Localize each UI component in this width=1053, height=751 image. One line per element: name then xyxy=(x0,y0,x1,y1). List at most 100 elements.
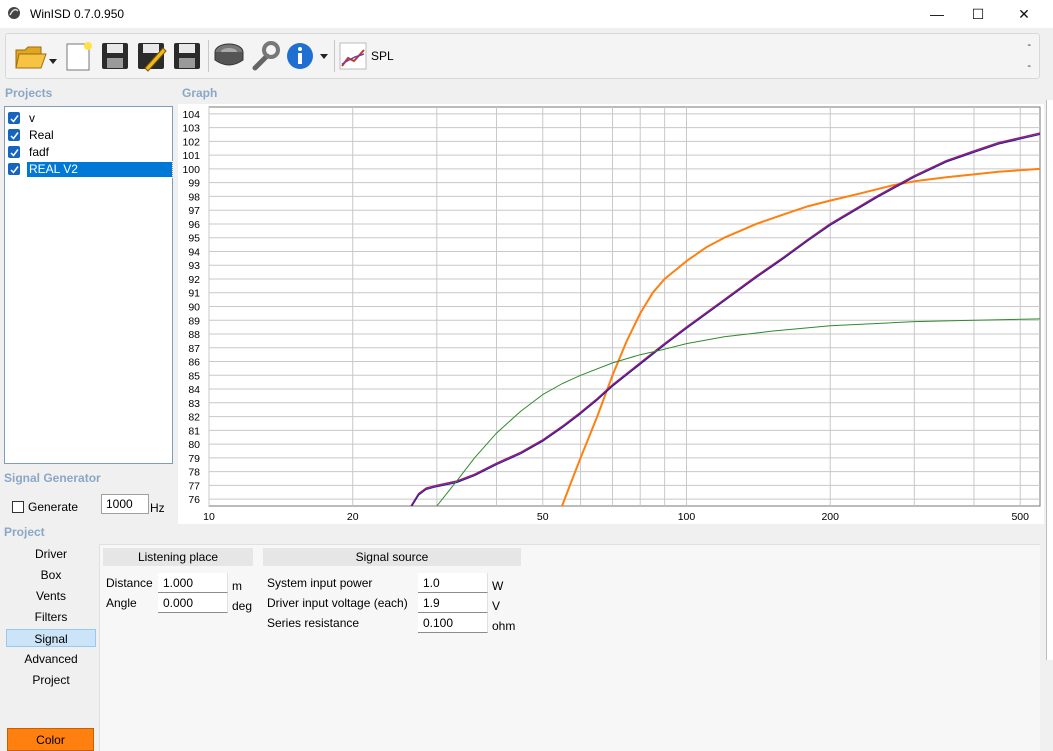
y-tick-label: 95 xyxy=(188,233,200,245)
nav-filters[interactable]: Filters xyxy=(6,608,96,626)
save-as-icon xyxy=(138,43,167,72)
nav-box[interactable]: Box xyxy=(6,566,96,584)
y-tick-label: 80 xyxy=(188,439,200,451)
listening-place-header: Listening place xyxy=(103,548,253,566)
close-button[interactable]: ✕ xyxy=(1001,0,1047,28)
open-folder-icon xyxy=(15,46,57,69)
info-button[interactable] xyxy=(284,38,330,74)
system-input-power-input[interactable]: 1.0 xyxy=(418,573,488,593)
y-tick-label: 104 xyxy=(182,109,200,121)
y-tick-label: 91 xyxy=(188,288,200,300)
series-resistance-input[interactable]: 0.100 xyxy=(418,613,488,633)
spl-graph-icon xyxy=(339,42,367,70)
tools-button[interactable] xyxy=(248,38,282,74)
project-checkbox[interactable] xyxy=(8,146,20,158)
project-item[interactable]: fadf xyxy=(8,144,172,160)
signal-source-header: Signal source xyxy=(263,548,521,566)
x-tick-label: 200 xyxy=(821,511,839,523)
projects-label: Projects xyxy=(5,86,53,100)
graph-area[interactable]: 76 77 78 79 80 81 82 83 84 85 86 87 88 89 90 91 92 93 94 95… xyxy=(178,104,1044,524)
y-tick-label: 81 xyxy=(188,425,200,437)
driver-input-voltage-input[interactable]: 1.9 xyxy=(418,593,488,613)
winisd-logo-icon xyxy=(8,7,20,19)
window-edge xyxy=(1046,100,1053,660)
y-tick-label: 93 xyxy=(188,260,200,272)
project-item[interactable]: v xyxy=(8,110,172,126)
resistance-unit: ohm xyxy=(492,619,516,633)
y-tick-label: 102 xyxy=(182,136,200,148)
frequency-unit: Hz xyxy=(150,501,165,515)
x-tick-label: 500 xyxy=(1011,511,1029,523)
minimize-button[interactable]: — xyxy=(914,0,960,28)
spl-button[interactable]: SPL xyxy=(339,38,403,74)
check-icon xyxy=(9,131,19,140)
y-tick-label: 77 xyxy=(188,480,200,492)
generate-checkbox[interactable] xyxy=(12,501,24,513)
wrench-icon xyxy=(252,41,280,71)
y-tick-label: 103 xyxy=(182,123,200,135)
project-label: fadf xyxy=(29,144,50,159)
project-item[interactable]: Real xyxy=(8,127,172,143)
project-item-selected[interactable]: REAL V2 xyxy=(8,160,173,178)
driver-icon xyxy=(214,43,244,66)
angle-label: Angle xyxy=(106,596,137,610)
y-tick-label: 97 xyxy=(188,205,200,217)
color-button[interactable]: Color xyxy=(7,728,94,751)
save-all-icon xyxy=(174,43,200,69)
series-resistance-label: Series resistance xyxy=(267,616,360,630)
generate-label: Generate xyxy=(28,500,79,514)
project-label: v xyxy=(29,110,35,125)
y-tick-label: 87 xyxy=(188,343,200,355)
angle-unit: deg xyxy=(232,599,253,613)
y-tick-label: 96 xyxy=(188,219,200,231)
save-as-button[interactable] xyxy=(134,38,168,74)
voltage-unit: V xyxy=(492,599,501,613)
toolbar-separator xyxy=(334,40,335,72)
save-all-button[interactable] xyxy=(170,38,204,74)
nav-driver[interactable]: Driver xyxy=(6,545,96,563)
y-tick-label: 84 xyxy=(188,384,200,396)
y-tick-label: 94 xyxy=(188,246,200,258)
window-title: WinISD 0.7.0.950 xyxy=(30,7,125,21)
distance-input[interactable]: 1.000 xyxy=(158,573,228,593)
check-icon xyxy=(9,148,19,157)
x-tick-label: 100 xyxy=(678,511,696,523)
driver-button[interactable] xyxy=(211,38,247,74)
frequency-input[interactable]: 1000 xyxy=(101,494,149,514)
check-icon xyxy=(9,165,19,174)
signal-panel: Listening place Distance 1.000 m Angle 0… xyxy=(99,544,1040,751)
toolbar-dash-bottom: - xyxy=(1027,60,1031,72)
distance-unit: m xyxy=(232,579,242,593)
spl-label: SPL xyxy=(371,49,394,63)
driver-input-voltage-label: Driver input voltage (each) xyxy=(267,596,408,610)
nav-vents[interactable]: Vents xyxy=(6,587,96,605)
y-tick-label: 101 xyxy=(182,150,200,162)
y-tick-label: 100 xyxy=(182,164,200,176)
y-tick-label: 82 xyxy=(188,412,200,424)
y-tick-label: 76 xyxy=(188,494,200,506)
maximize-button[interactable]: ☐ xyxy=(955,0,1001,28)
spl-chart[interactable]: 7677787980818283848586878889909192939495… xyxy=(178,104,1044,524)
project-checkbox[interactable] xyxy=(8,112,20,124)
toolbar: SPL - - xyxy=(5,33,1040,79)
generate-checkbox-row[interactable]: Generate xyxy=(12,500,78,514)
y-tick-label: 79 xyxy=(188,453,200,465)
title-bar: WinISD 0.7.0.950 — ☐ ✕ xyxy=(0,0,1053,28)
open-project-button[interactable] xyxy=(12,38,58,74)
save-icon xyxy=(102,43,128,69)
projects-list: v Real fadf REAL V2 xyxy=(4,106,173,464)
nav-project[interactable]: Project xyxy=(6,671,96,689)
y-tick-label: 86 xyxy=(188,357,200,369)
x-tick-label: 20 xyxy=(347,511,359,523)
new-project-button[interactable] xyxy=(62,38,96,74)
project-checkbox[interactable] xyxy=(8,129,20,141)
nav-signal[interactable]: Signal xyxy=(6,629,96,647)
save-button[interactable] xyxy=(98,38,132,74)
nav-advanced[interactable]: Advanced xyxy=(6,650,96,668)
y-tick-label: 92 xyxy=(188,274,200,286)
project-checkbox[interactable] xyxy=(8,163,20,175)
angle-input[interactable]: 0.000 xyxy=(158,593,228,613)
project-label: Real xyxy=(29,127,54,142)
x-tick-label: 50 xyxy=(537,511,549,523)
x-tick-label: 10 xyxy=(203,511,215,523)
